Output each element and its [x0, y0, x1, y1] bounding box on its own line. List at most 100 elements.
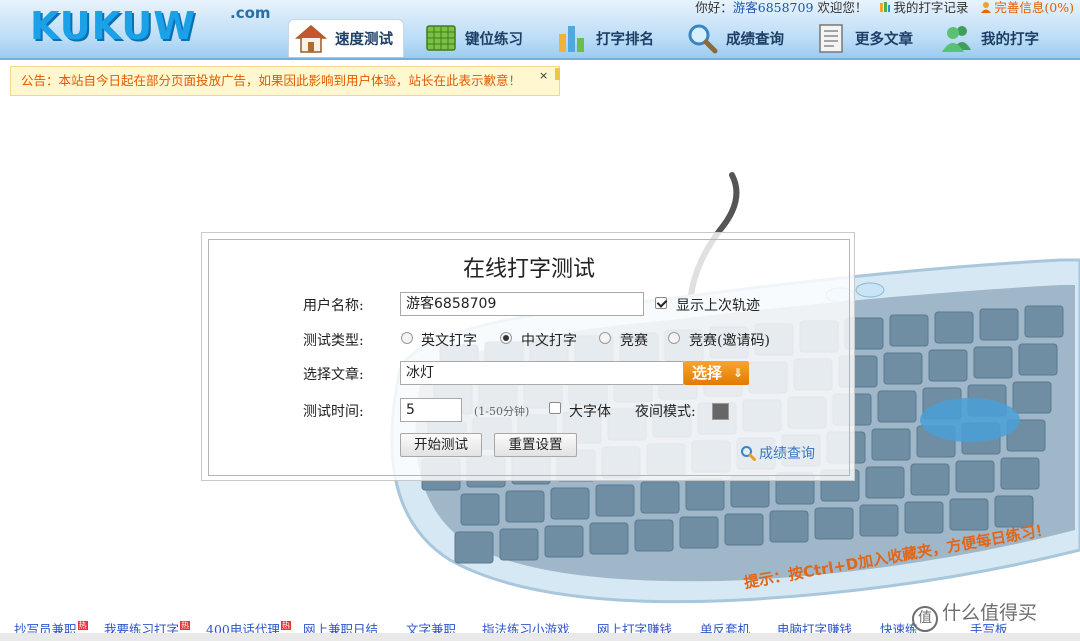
nav-label: 打字排名	[596, 30, 654, 48]
keyboard-key	[1018, 343, 1058, 376]
magnifier-icon	[688, 24, 718, 54]
keyboard-key	[979, 308, 1019, 341]
site-logo[interactable]: KUKUW	[30, 4, 196, 48]
keyboard-key	[973, 346, 1013, 379]
score-query-link[interactable]: 成绩查询	[740, 443, 815, 463]
large-font-label: 大字体	[569, 404, 611, 420]
time-input[interactable]: 5	[400, 398, 462, 422]
watermark: 值什么值得买	[912, 598, 1037, 632]
nav-score-query[interactable]: 成绩查询	[686, 19, 784, 57]
keyboard-key	[499, 528, 539, 561]
form-title: 在线打字测试	[462, 257, 595, 282]
user-bar: 你好：游客6858709 欢迎您！ 我的打字记录 完善信息(0%)	[695, 0, 1074, 16]
time-label: 测试时间:	[303, 404, 364, 420]
keyboard-key	[865, 466, 905, 499]
keyboard-key	[814, 507, 854, 540]
radio-chinese[interactable]	[500, 332, 512, 344]
radio-english-label: 英文打字	[421, 333, 477, 349]
select-article-button[interactable]: 选择 ⇓	[684, 361, 749, 385]
typing-test-form: 在线打字测试 用户名称: 游客6858709 显示上次轨迹 测试类型: 英文打字…	[201, 232, 855, 481]
keyboard-key	[889, 314, 929, 347]
radio-chinese-label: 中文打字	[521, 333, 577, 349]
site-logo-suffix: .com	[230, 4, 271, 22]
chevron-down-icon: ⇓	[732, 366, 743, 380]
keyboard-key	[640, 481, 680, 514]
nav-ranking[interactable]: 打字排名	[556, 19, 654, 57]
announcement-close-button[interactable]: ×	[539, 69, 548, 82]
select-button-label: 选择	[692, 364, 723, 382]
keyboard-key	[505, 490, 545, 523]
keyboard-key	[928, 349, 968, 382]
username-input[interactable]: 游客6858709	[400, 292, 644, 316]
page: KUKUW .com 你好：游客6858709 欢迎您！ 我的打字记录 完善信息…	[0, 0, 1080, 641]
radio-competition-invite[interactable]	[668, 332, 680, 344]
keyboard-key	[859, 504, 899, 537]
keyboard-key	[634, 519, 674, 552]
score-query-label: 成绩查询	[759, 446, 815, 462]
house-icon	[295, 24, 327, 53]
keyboard-key	[550, 487, 590, 520]
profile-icon	[981, 2, 992, 13]
nav-label: 速度测试	[335, 31, 393, 48]
welcome-text: 欢迎您！	[817, 0, 868, 15]
keyboard-key	[769, 510, 809, 543]
document-icon	[819, 24, 843, 53]
keyboard-key	[949, 498, 989, 531]
keyboard-key	[1024, 305, 1064, 338]
hot-badge: 热	[77, 621, 88, 630]
large-font-checkbox[interactable]	[549, 402, 561, 414]
night-mode-label: 夜间模式:	[635, 404, 696, 420]
nav-speed-test[interactable]: 速度测试	[288, 19, 404, 57]
hot-badge: 热	[280, 621, 291, 630]
nav-label: 成绩查询	[726, 30, 784, 48]
radio-competition-label: 竞赛	[620, 333, 648, 349]
records-icon	[880, 2, 891, 12]
nav-label: 更多文章	[855, 30, 913, 48]
keyboard-key	[544, 525, 584, 558]
keyboard-key	[685, 478, 725, 511]
keyboard-key	[877, 390, 917, 423]
keyboard-key	[589, 522, 629, 555]
nav-key-practice[interactable]: 键位练习	[425, 19, 523, 57]
keyboard-key	[994, 495, 1034, 528]
keyboard-key	[934, 311, 974, 344]
keyboard-key	[883, 352, 923, 385]
keyboard-key	[955, 460, 995, 493]
article-label: 选择文章:	[303, 367, 364, 383]
announcement-bar: 公告：本站自今日起在部分页面投放广告，如果因此影响到用户体验，站长在此表示歉意！	[10, 66, 560, 96]
users-icon	[942, 26, 971, 52]
search-icon	[741, 446, 756, 461]
records-link[interactable]: 我的打字记录	[893, 0, 968, 15]
username-link[interactable]: 游客6858709	[733, 0, 814, 15]
watermark-text: 什么值得买	[942, 602, 1038, 624]
greeting-text: 你好：	[695, 0, 733, 15]
bar-chart-icon	[559, 26, 584, 52]
nav-more-articles[interactable]: 更多文章	[815, 19, 913, 57]
test-type-label: 测试类型:	[303, 333, 364, 349]
announcement-text: 公告：本站自今日起在部分页面投放广告，如果因此影响到用户体验，站长在此表示歉意！	[21, 73, 522, 88]
keyboard-key	[724, 513, 764, 546]
night-mode-color-swatch[interactable]	[712, 403, 729, 420]
keyboard-key	[871, 428, 911, 461]
radio-competition[interactable]	[599, 332, 611, 344]
keyboard-key	[679, 516, 719, 549]
profile-link[interactable]: 完善信息(0%)	[994, 0, 1074, 15]
keyboard-key	[1000, 457, 1040, 490]
keyboard-key	[910, 463, 950, 496]
nav-my-typing[interactable]: 我的打字	[941, 19, 1039, 57]
footer-divider	[0, 633, 1080, 641]
keyboard-key	[1012, 381, 1052, 414]
reset-settings-button[interactable]: 重置设置	[494, 433, 577, 457]
keyboard-key	[454, 531, 494, 564]
radio-english[interactable]	[401, 332, 413, 344]
nav-label: 我的打字	[981, 30, 1039, 48]
time-hint: (1-50分钟)	[474, 405, 530, 418]
show-track-checkbox[interactable]	[655, 297, 667, 309]
start-test-button[interactable]: 开始测试	[400, 433, 482, 457]
show-track-label: 显示上次轨迹	[676, 298, 760, 314]
keyboard-key	[595, 484, 635, 517]
watermark-logo: 值	[912, 606, 938, 632]
article-input[interactable]: 冰灯	[400, 361, 684, 385]
keyboard-grid-icon	[426, 25, 456, 51]
hot-badge: 热	[180, 621, 191, 630]
